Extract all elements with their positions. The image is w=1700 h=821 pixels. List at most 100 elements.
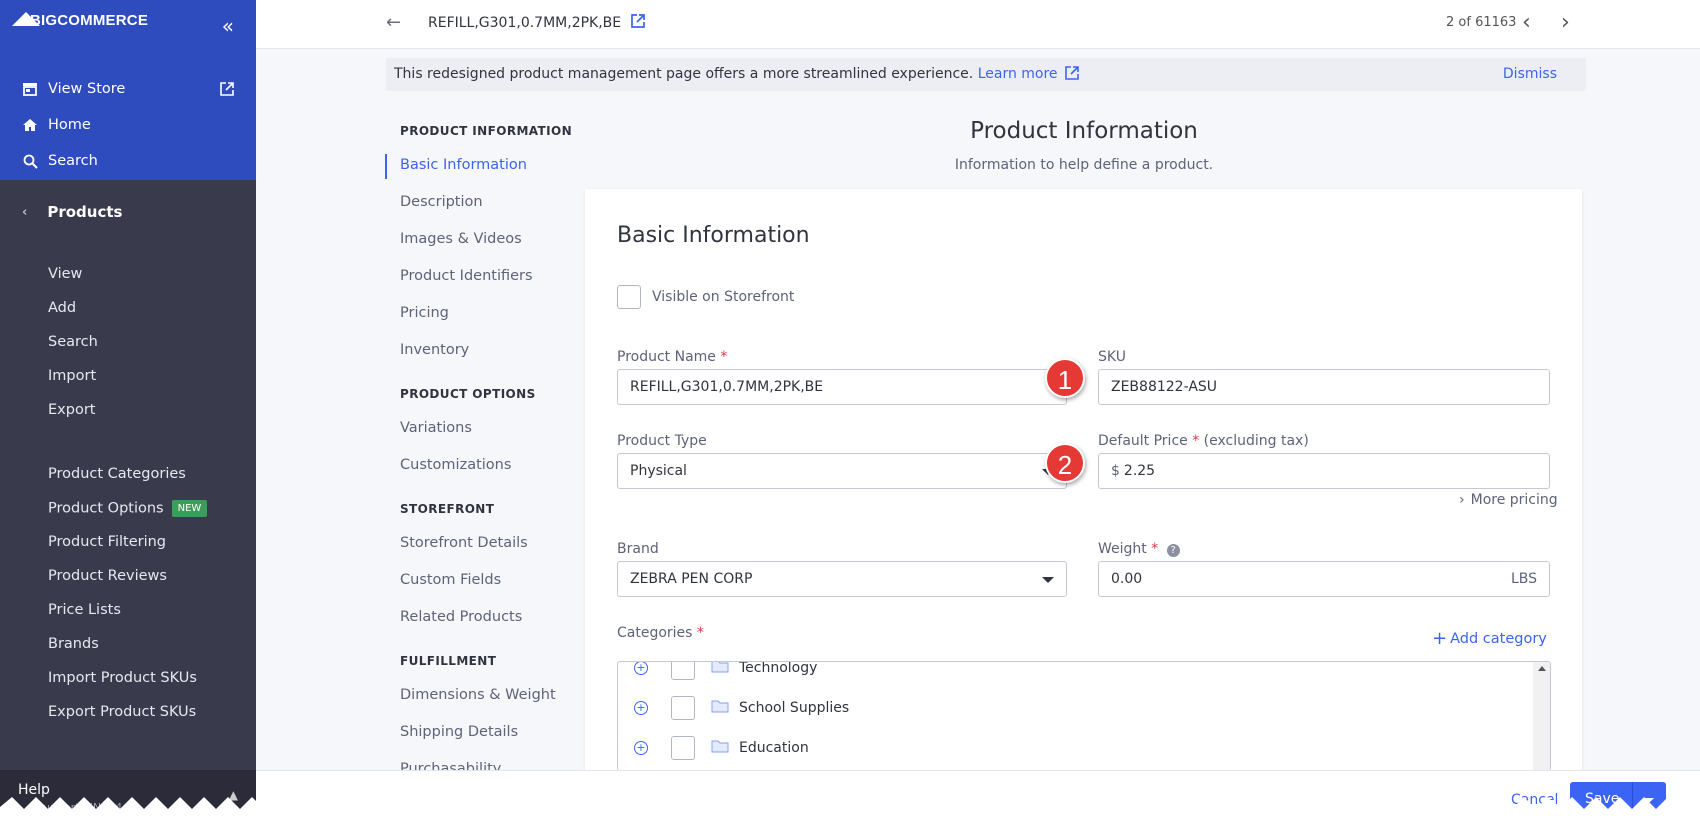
sidebar-item-add[interactable]: Add [48,300,76,316]
category-label: School Supplies [739,700,850,716]
learn-more-link[interactable]: Learn more [978,66,1079,82]
add-category-button[interactable]: + Add category [1432,628,1547,649]
collapse-sidebar-icon[interactable]: « [222,14,234,38]
default-price-label: Default Price * (excluding tax) [1098,433,1309,449]
chevron-right-icon: › [1459,492,1465,508]
product-name-input[interactable]: REFILL,G301,0.7MM,2PK,BE [617,369,1067,405]
active-nav-indicator [385,154,387,179]
category-checkbox[interactable] [671,736,695,760]
store-icon [20,82,40,96]
expand-icon[interactable]: + [634,662,648,675]
bigcommerce-logo[interactable]: BIGCOMMERCE [12,11,148,29]
tree-row[interactable]: + Education [618,733,1535,763]
page-subtitle: Information to help define a product. [954,157,1214,173]
nav-customizations[interactable]: Customizations [400,457,511,473]
folder-icon [711,739,729,757]
next-product-icon[interactable]: › [1561,10,1570,35]
more-pricing-toggle[interactable]: › More pricing [1459,492,1558,508]
logo-mark-icon [12,11,40,26]
banner-text: This redesigned product management page … [394,66,974,82]
search-link[interactable]: Search [20,153,98,169]
scroll-up-icon[interactable] [1538,666,1546,671]
category-checkbox[interactable] [671,662,695,680]
visible-on-storefront-label: Visible on Storefront [652,289,795,305]
plus-icon: + [1432,628,1448,649]
sidebar-item-search[interactable]: Search [48,334,98,350]
nav-custom-fields[interactable]: Custom Fields [400,572,501,588]
previous-product-icon[interactable]: ‹ [1522,10,1531,35]
tree-row[interactable]: + Technology [618,661,1535,683]
nav-section-product-options: PRODUCT OPTIONS [400,387,536,401]
card-title: Basic Information [617,223,810,248]
brand-select[interactable]: ZEBRA PEN CORP [617,561,1067,597]
nav-dimensions-weight[interactable]: Dimensions & Weight [400,687,556,703]
nav-pricing[interactable]: Pricing [400,305,449,321]
expand-icon[interactable]: + [634,701,648,715]
view-store-link[interactable]: View Store [20,81,125,97]
home-icon [20,118,40,132]
product-type-label: Product Type [617,433,707,449]
sidebar-item-product-options[interactable]: Product Options NEW [48,500,208,517]
tree-row[interactable]: + School Supplies [618,693,1535,723]
chevron-down-icon [1042,577,1054,583]
top-bar: ← REFILL,G301,0.7MM,2PK,BE 2 of 61163 ‹ … [256,0,1700,49]
nav-storefront-details[interactable]: Storefront Details [400,535,528,551]
sidebar-item-export[interactable]: Export [48,402,95,418]
sidebar-item-brands[interactable]: Brands [48,636,99,652]
sku-label: SKU [1098,349,1126,365]
external-link-icon[interactable] [220,82,234,100]
search-icon [20,154,40,169]
nav-inventory[interactable]: Inventory [400,342,469,358]
expand-icon[interactable]: + [634,741,648,755]
sidebar-item-export-product-skus[interactable]: Export Product SKUs [48,704,196,720]
product-title: REFILL,G301,0.7MM,2PK,BE [428,15,622,31]
sidebar-item-product-filtering[interactable]: Product Filtering [48,534,166,550]
nav-related-products[interactable]: Related Products [400,609,522,625]
sidebar-item-import[interactable]: Import [48,368,96,384]
pager-count: 2 of 61163 [1446,15,1517,30]
categories-label: Categories * [617,625,704,641]
home-link[interactable]: Home [20,117,91,133]
default-price-input[interactable]: $2.25 [1098,453,1550,489]
nav-shipping-details[interactable]: Shipping Details [400,724,518,740]
open-product-external-icon[interactable] [630,13,646,33]
sku-input[interactable]: ZEB88122-ASU [1098,369,1550,405]
visible-on-storefront-checkbox[interactable] [617,285,641,309]
sidebar-item-view[interactable]: View [48,266,82,282]
weight-label: Weight * ? [1098,541,1180,557]
sidebar: BIGCOMMERCE « View Store Home Search ‹ P… [0,0,256,821]
weight-input[interactable]: 0.00 LBS [1098,561,1550,597]
tree-scrollbar[interactable] [1533,662,1550,770]
category-label: Technology [739,661,818,676]
nav-product-identifiers[interactable]: Product Identifiers [400,268,533,284]
product-name-label: Product Name * [617,349,728,365]
nav-images-videos[interactable]: Images & Videos [400,231,522,247]
back-arrow-icon[interactable]: ← [386,12,401,33]
nav-variations[interactable]: Variations [400,420,472,436]
nav-basic-information[interactable]: Basic Information [400,157,527,173]
nav-section-storefront: STOREFRONT [400,502,495,516]
sidebar-item-product-categories[interactable]: Product Categories [48,466,186,482]
category-tree[interactable]: + Technology + School Supplies + Educati… [617,661,1551,771]
redesign-banner: This redesigned product management page … [386,58,1586,91]
sidebar-item-price-lists[interactable]: Price Lists [48,602,121,618]
external-link-icon [1065,66,1079,80]
new-badge: NEW [171,500,208,517]
folder-icon [711,662,729,677]
page-title: Product Information [970,118,1198,144]
brand-label: Brand [617,541,659,557]
currency-symbol: $ [1111,463,1120,479]
products-section-header[interactable]: ‹ Products [22,203,122,221]
product-type-select[interactable]: Physical [617,453,1067,489]
sidebar-header: BIGCOMMERCE « View Store Home Search [0,0,256,180]
category-checkbox[interactable] [671,696,695,720]
annotation-marker-1: 1 [1045,358,1085,398]
sidebar-item-product-reviews[interactable]: Product Reviews [48,568,167,584]
annotation-marker-2: 2 [1045,443,1085,483]
sidebar-item-import-product-skus[interactable]: Import Product SKUs [48,670,197,686]
help-icon[interactable]: ? [1166,544,1180,557]
nav-description[interactable]: Description [400,194,483,210]
torn-edge-decoration [0,797,1700,821]
dismiss-button[interactable]: Dismiss [1503,66,1557,82]
nav-section-fulfillment: FULFILLMENT [400,654,497,668]
